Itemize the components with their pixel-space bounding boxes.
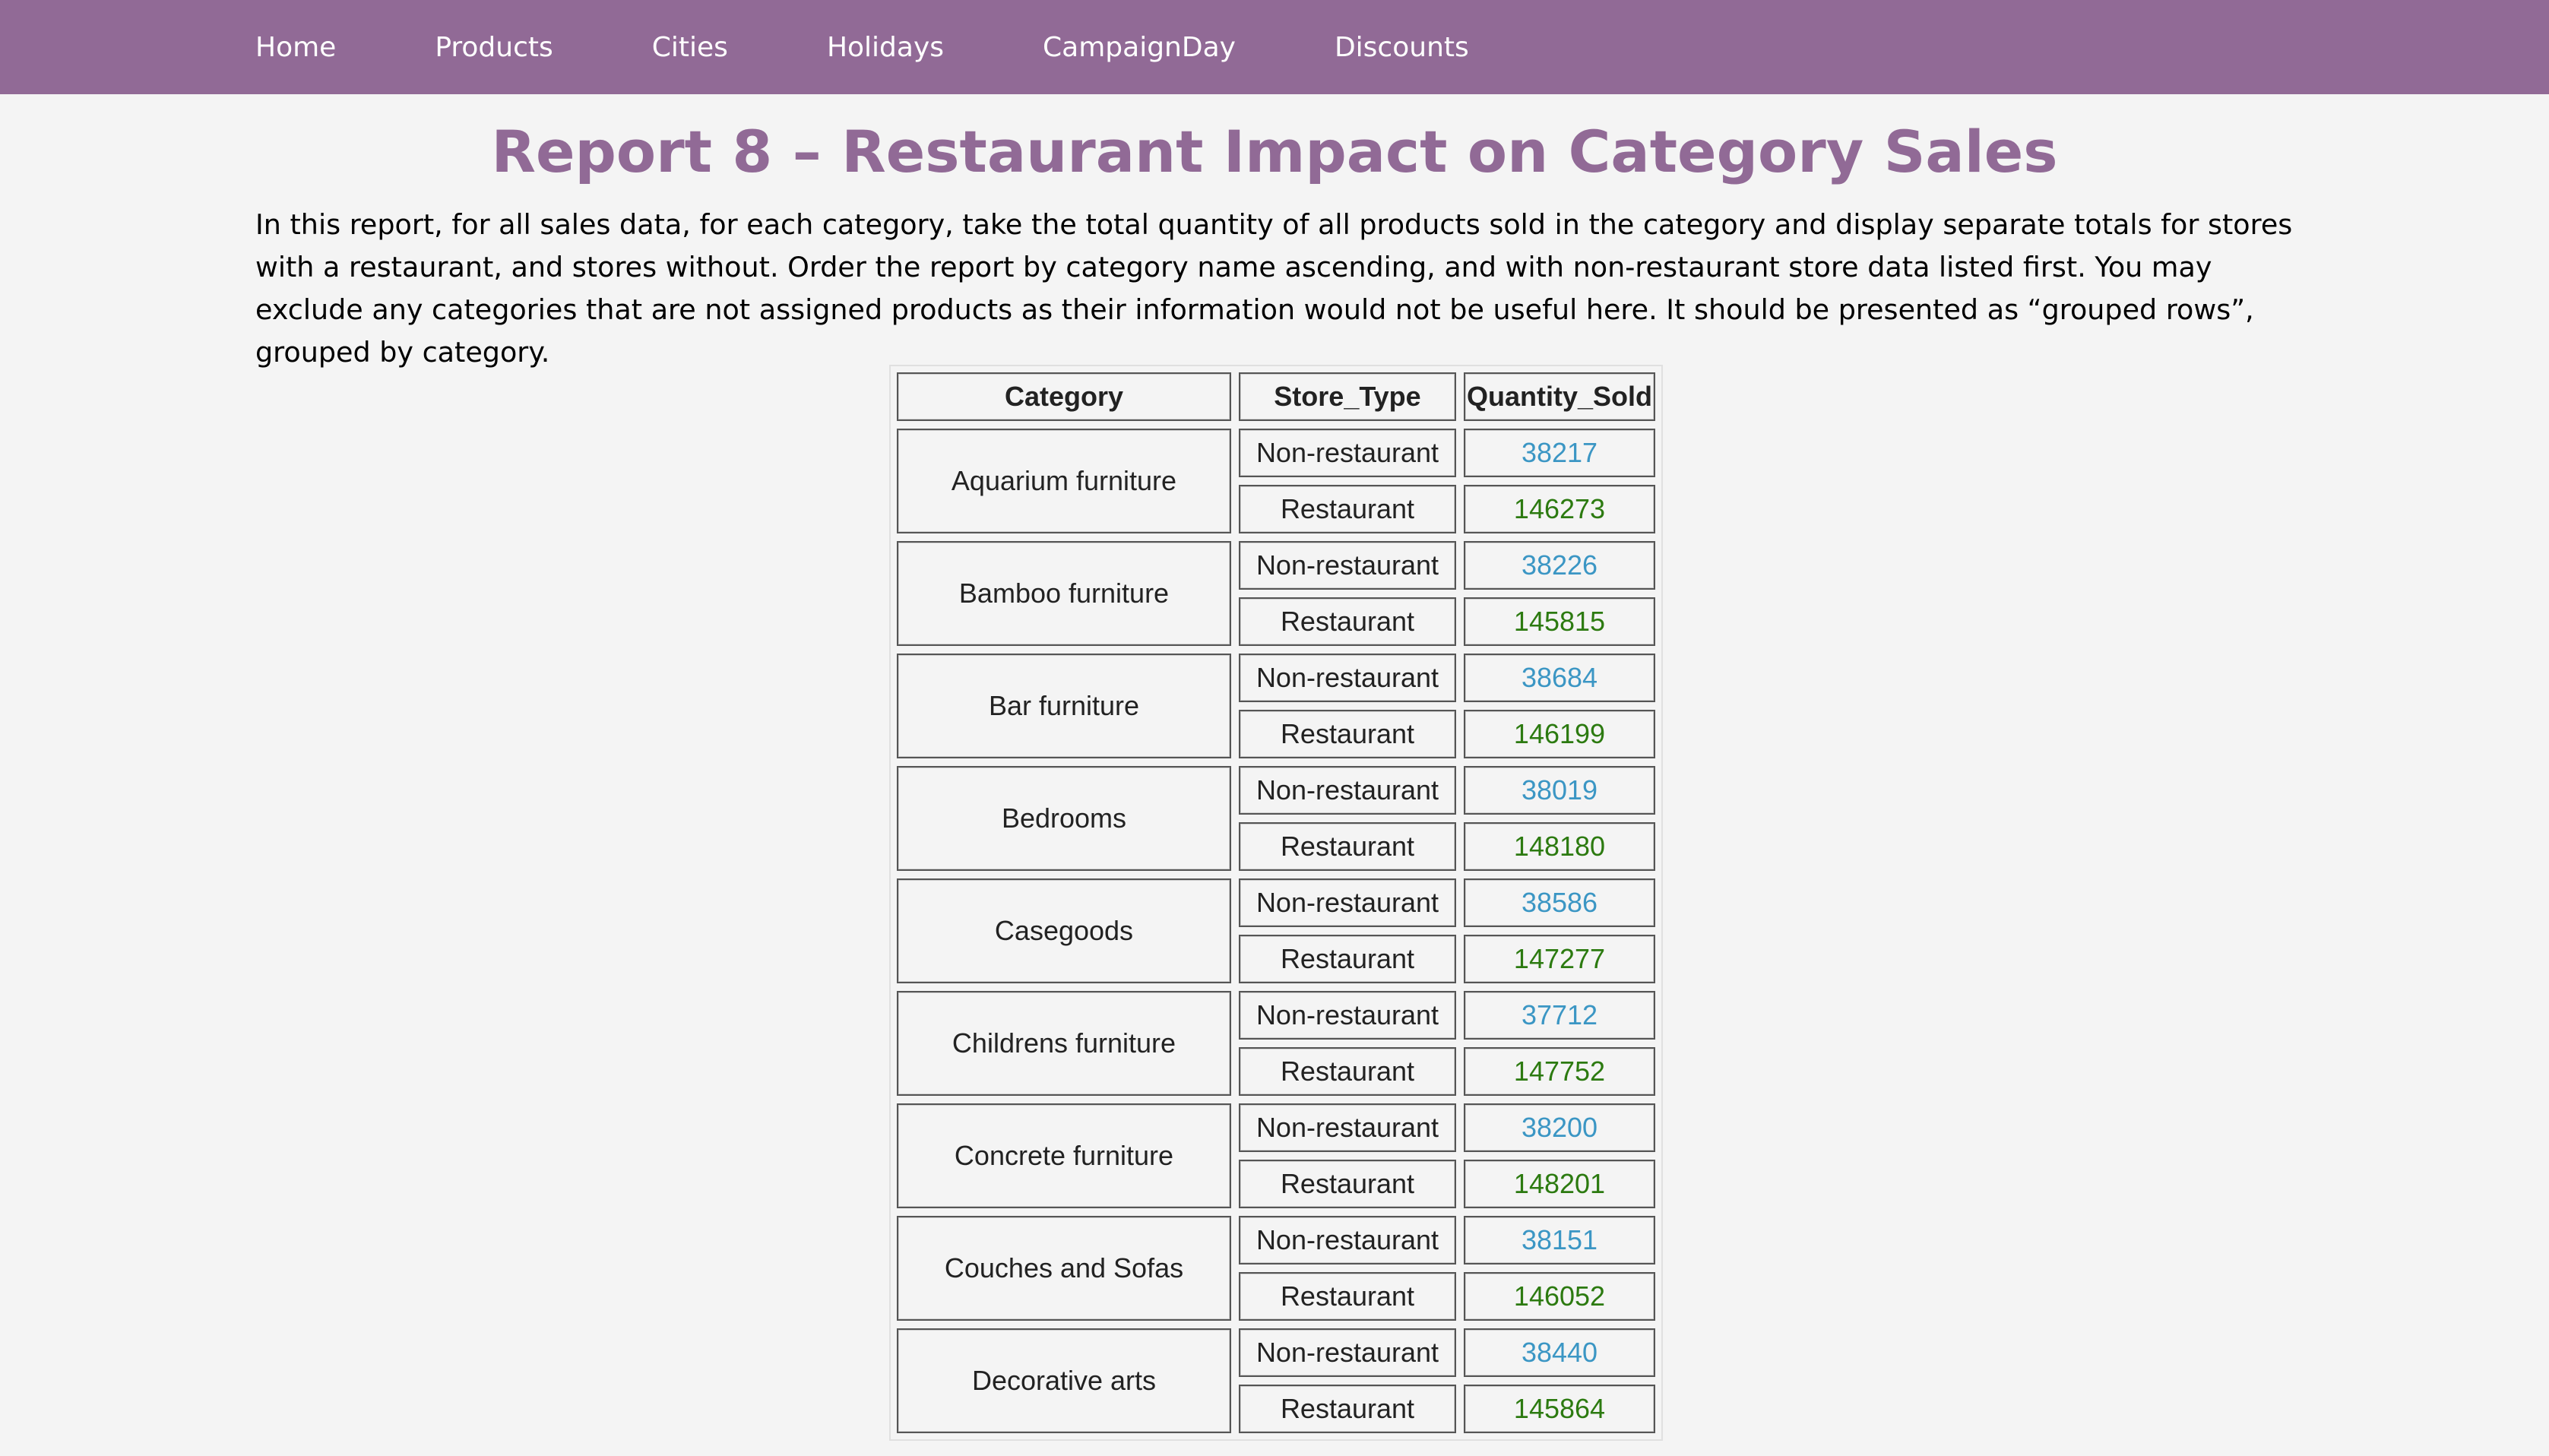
quantity-sold-cell: 146199 [1464,710,1655,758]
store-type-cell: Non-restaurant [1239,1328,1456,1377]
store-type-cell: Non-restaurant [1239,878,1456,927]
report-description: In this report, for all sales data, for … [255,208,2293,369]
table-header-row: Category Store_Type Quantity_Sold [897,372,1655,421]
quantity-sold-cell: 148180 [1464,822,1655,871]
table-row: Bar furniture Non-restaurant 38684 [897,654,1655,758]
store-type-cell: Non-restaurant [1239,1216,1456,1265]
table-row: Couches and Sofas Non-restaurant 38151 [897,1216,1655,1321]
report-table: Category Store_Type Quantity_Sold Aquari… [889,365,1663,1441]
quantity-sold-cell: 38586 [1464,878,1655,927]
column-header-category: Category [897,372,1231,421]
quantity-sold-cell: 38151 [1464,1216,1655,1265]
nav-link-discounts[interactable]: Discounts [1335,32,1469,63]
quantity-sold-cell: 38019 [1464,766,1655,815]
category-cell: Bamboo furniture [897,541,1231,646]
store-type-cell: Restaurant [1239,1160,1456,1208]
store-type-cell: Restaurant [1239,597,1456,646]
category-cell: Couches and Sofas [897,1216,1231,1321]
store-type-cell: Restaurant [1239,1047,1456,1096]
quantity-sold-cell: 146273 [1464,485,1655,533]
quantity-sold-cell: 38217 [1464,429,1655,477]
category-cell: Bar furniture [897,654,1231,758]
store-type-cell: Restaurant [1239,485,1456,533]
report-table-container: Category Store_Type Quantity_Sold Aquari… [889,365,1663,1441]
quantity-sold-cell: 38200 [1464,1103,1655,1152]
store-type-cell: Restaurant [1239,710,1456,758]
table-row: Childrens furniture Non-restaurant 37712 [897,991,1655,1096]
table-row: Bamboo furniture Non-restaurant 38226 [897,541,1655,646]
store-type-cell: Restaurant [1239,1385,1456,1433]
quantity-sold-cell: 146052 [1464,1272,1655,1321]
store-type-cell: Non-restaurant [1239,654,1456,702]
column-header-store-type: Store_Type [1239,372,1456,421]
quantity-sold-cell: 38440 [1464,1328,1655,1377]
top-navigation-bar: Home Products Cities Holidays CampaignDa… [0,0,2549,94]
nav-link-products[interactable]: Products [435,32,553,63]
quantity-sold-cell: 147752 [1464,1047,1655,1096]
nav-link-home[interactable]: Home [255,32,336,63]
store-type-cell: Restaurant [1239,935,1456,983]
quantity-sold-cell: 37712 [1464,991,1655,1040]
quantity-sold-cell: 145864 [1464,1385,1655,1433]
category-cell: Casegoods [897,878,1231,983]
store-type-cell: Non-restaurant [1239,766,1456,815]
quantity-sold-cell: 38226 [1464,541,1655,590]
category-cell: Aquarium furniture [897,429,1231,533]
table-row: Concrete furniture Non-restaurant 38200 [897,1103,1655,1208]
category-cell: Bedrooms [897,766,1231,871]
nav-link-holidays[interactable]: Holidays [827,32,944,63]
quantity-sold-cell: 145815 [1464,597,1655,646]
quantity-sold-cell: 147277 [1464,935,1655,983]
quantity-sold-cell: 148201 [1464,1160,1655,1208]
table-row: Decorative arts Non-restaurant 38440 [897,1328,1655,1433]
store-type-cell: Non-restaurant [1239,541,1456,590]
store-type-cell: Restaurant [1239,1272,1456,1321]
store-type-cell: Non-restaurant [1239,991,1456,1040]
store-type-cell: Non-restaurant [1239,1103,1456,1152]
table-row: Bedrooms Non-restaurant 38019 [897,766,1655,871]
category-cell: Decorative arts [897,1328,1231,1433]
page-title: Report 8 – Restaurant Impact on Category… [491,118,2058,185]
store-type-cell: Non-restaurant [1239,429,1456,477]
nav-link-campaignday[interactable]: CampaignDay [1043,32,1236,63]
table-body: Aquarium furniture Non-restaurant 38217 Res… [897,429,1655,1433]
category-cell: Concrete furniture [897,1103,1231,1208]
column-header-quantity-sold: Quantity_Sold [1464,372,1655,421]
table-row: Casegoods Non-restaurant 38586 [897,878,1655,983]
nav-link-cities[interactable]: Cities [652,32,728,63]
category-cell: Childrens furniture [897,991,1231,1096]
store-type-cell: Restaurant [1239,822,1456,871]
table-row: Aquarium furniture Non-restaurant 38217 [897,429,1655,533]
quantity-sold-cell: 38684 [1464,654,1655,702]
